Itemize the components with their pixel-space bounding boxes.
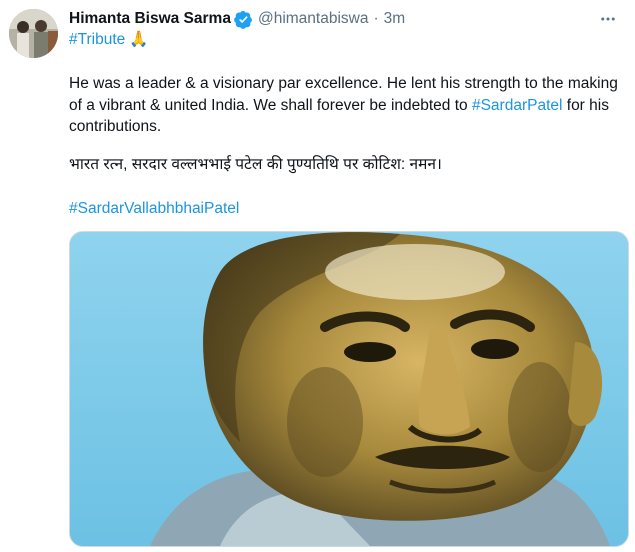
tweet-hindi-text: भारत रत्न, सरदार वल्लभभाई पटेल की पुण्यत… — [69, 156, 442, 173]
more-options-icon[interactable] — [595, 6, 621, 32]
timestamp[interactable]: 3m — [384, 10, 406, 28]
tweet-media-image[interactable] — [69, 231, 629, 547]
hashtag-tribute[interactable]: #Tribute — [69, 31, 125, 48]
avatar[interactable] — [9, 9, 58, 58]
hashtag-sardarvallabhbhaipatel[interactable]: #SardarVallabhbhaiPatel — [69, 200, 239, 218]
hashtag-sardarpatel[interactable]: #SardarPatel — [472, 97, 562, 114]
avatar-image — [9, 9, 58, 58]
author-name[interactable]: Himanta Biswa Sarma — [69, 10, 231, 28]
tweet-header: Himanta Biswa Sarma @himantabiswa · 3m — [69, 8, 625, 30]
folded-hands-emoji: 🙏 — [129, 31, 149, 48]
verified-badge-icon — [234, 10, 253, 29]
portrait-illustration — [70, 232, 628, 546]
separator-dot: · — [373, 10, 379, 27]
author-handle[interactable]: @himantabiswa — [258, 10, 369, 28]
tweet-card[interactable]: Himanta Biswa Sarma @himantabiswa · 3m #… — [0, 0, 635, 552]
tweet-text: He was a leader & a visionary par excell… — [69, 73, 625, 138]
tagline: #Tribute 🙏 — [69, 30, 149, 49]
